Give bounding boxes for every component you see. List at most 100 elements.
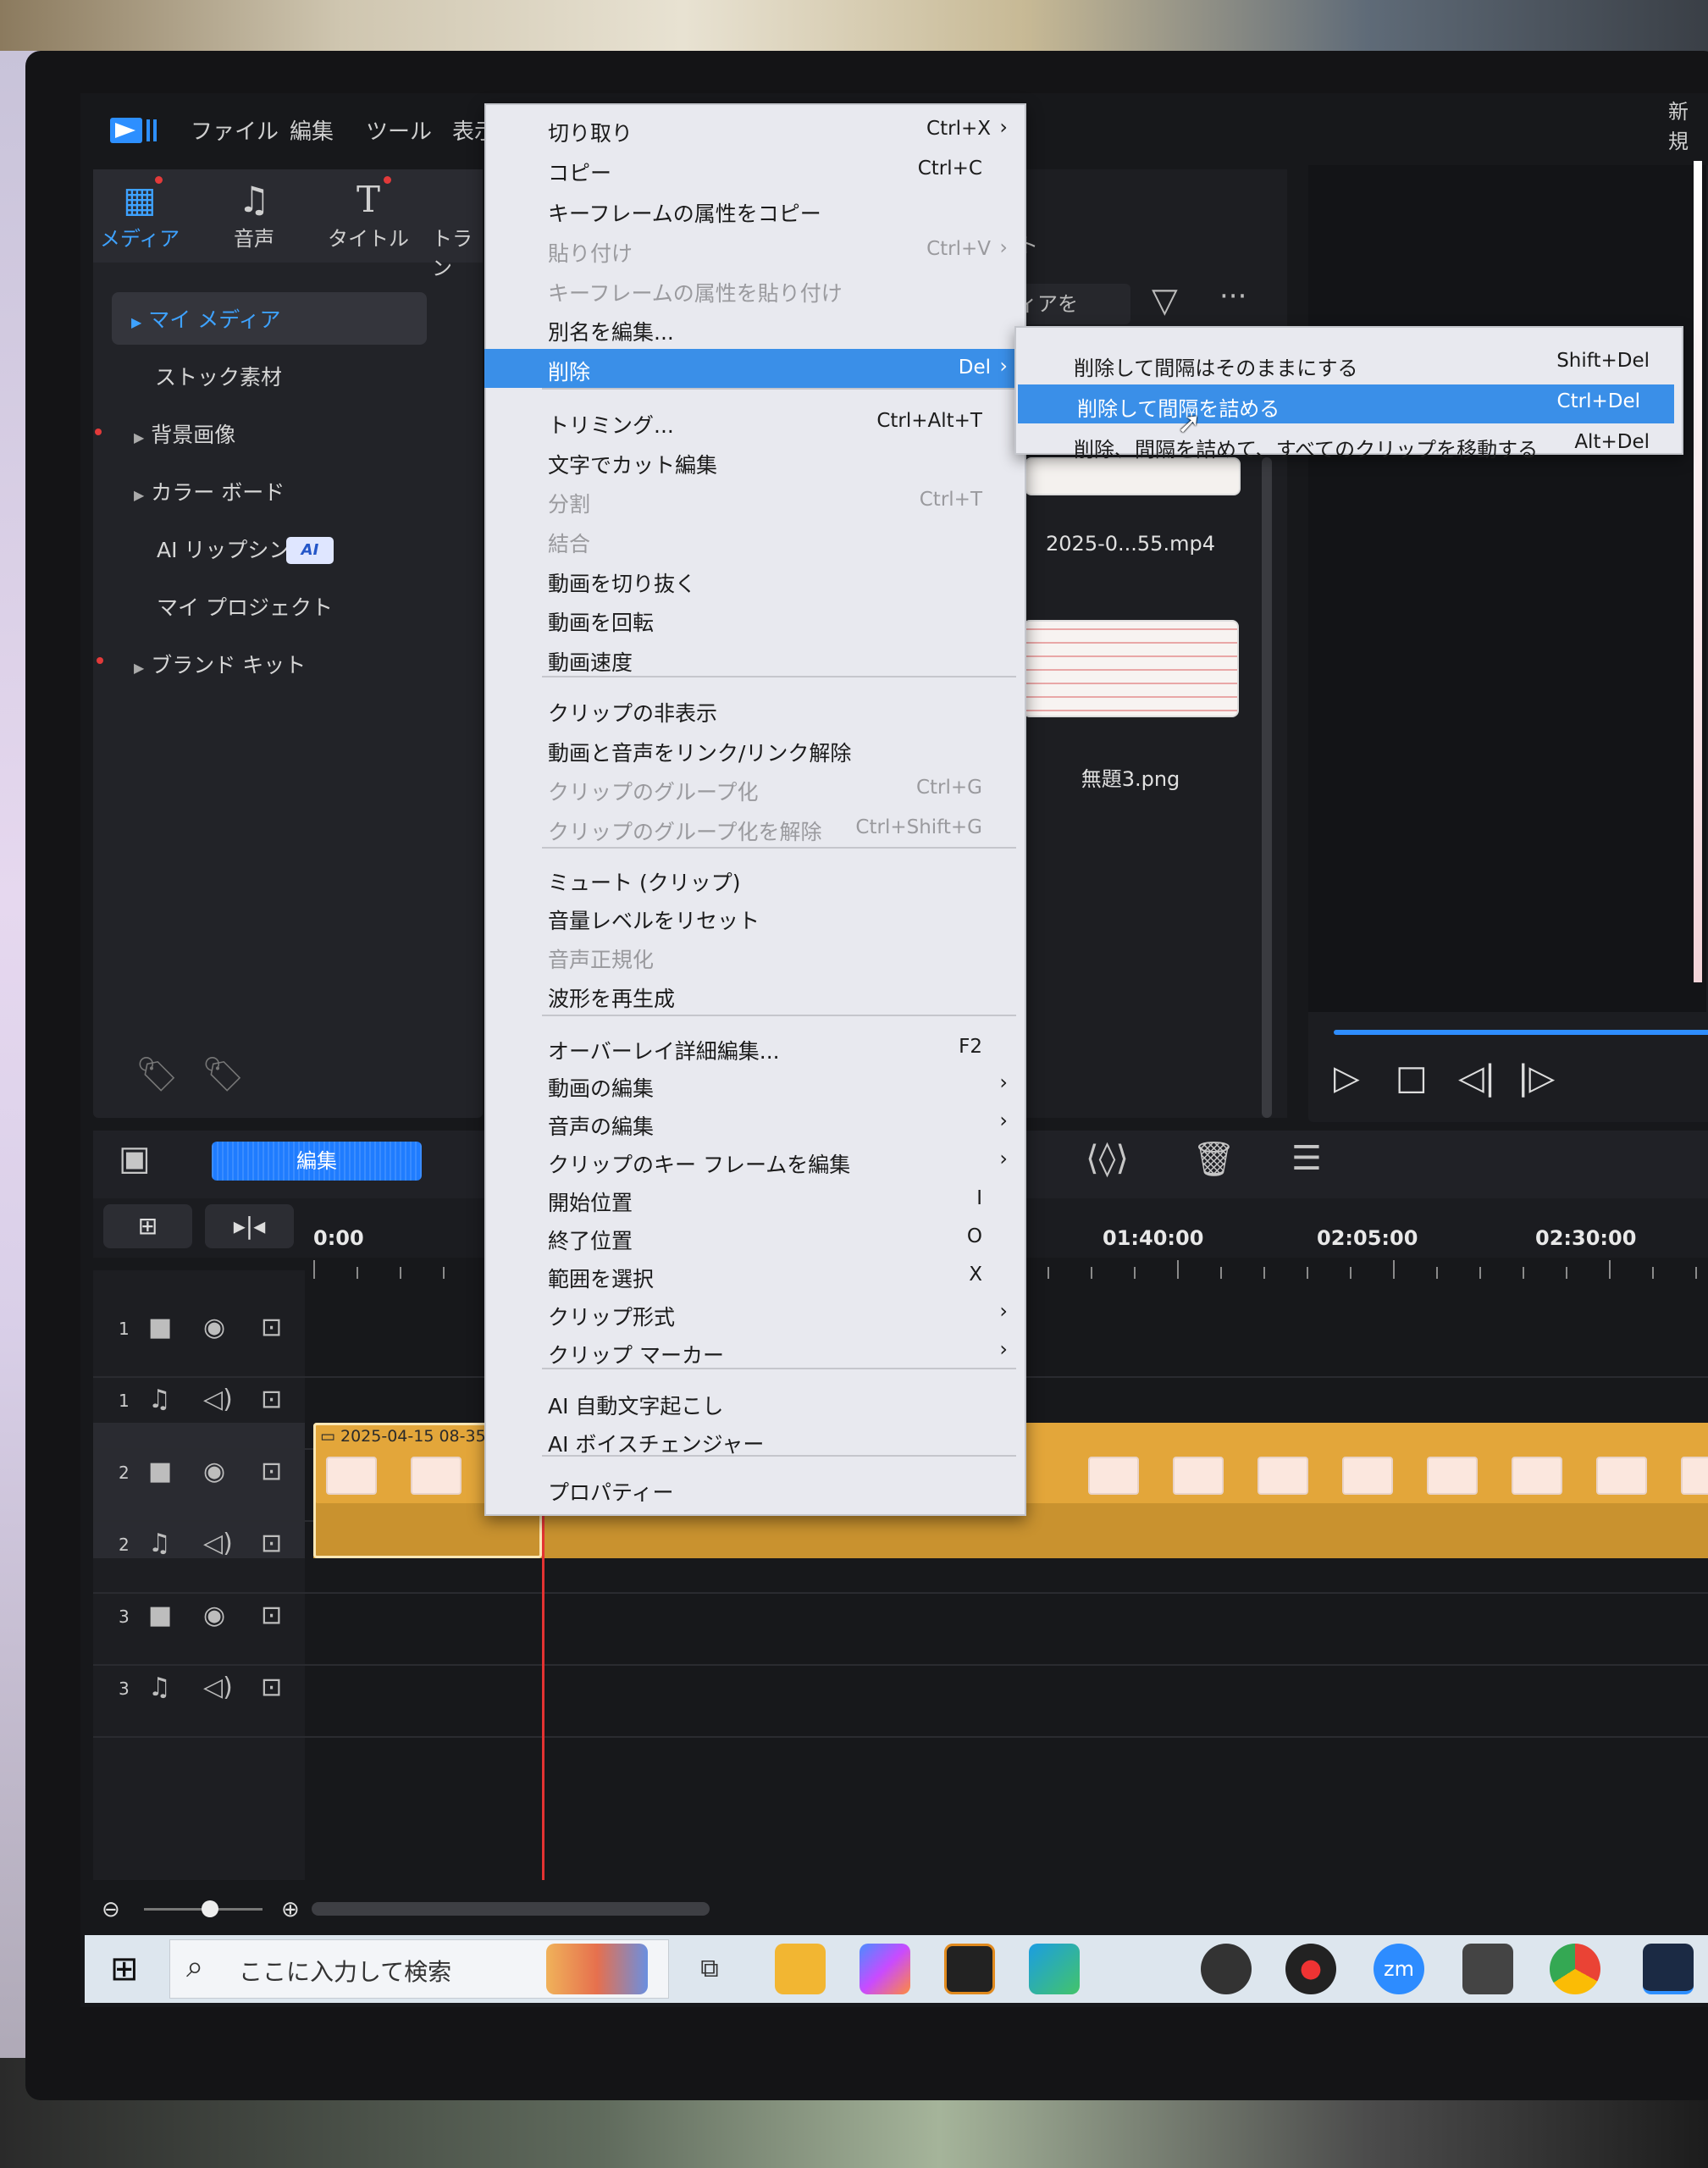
zoom-in-icon[interactable]: ⊕ xyxy=(281,1897,300,1922)
lock-icon[interactable]: ⊡ xyxy=(261,1673,282,1702)
nav-brand-kit[interactable]: ▶ ブランド キット xyxy=(134,649,306,679)
context-menu-item[interactable]: 動画と音声をリンク/リンク解除 xyxy=(484,730,1026,769)
nav-color-board[interactable]: ▶ カラー ボード xyxy=(134,476,285,506)
play-icon[interactable]: ▷ xyxy=(1334,1059,1360,1098)
edit-mode-button[interactable]: 編集 xyxy=(212,1142,422,1181)
record-icon[interactable]: ● xyxy=(1285,1944,1336,1994)
tab-audio[interactable]: ♫ 音声 xyxy=(207,178,301,252)
context-menu-item[interactable]: 動画の編集 › xyxy=(484,1065,1026,1104)
zoom-app-icon[interactable]: zm xyxy=(1374,1944,1424,1994)
more-icon[interactable]: ··· xyxy=(1219,279,1246,313)
menu-tools[interactable]: ツール xyxy=(366,114,432,146)
filter-icon[interactable]: ▽ xyxy=(1152,281,1178,320)
zoom-slider-handle[interactable] xyxy=(202,1900,218,1917)
remove-tag-icon[interactable]: 🏷 xyxy=(202,1054,245,1094)
stop-icon[interactable]: □ xyxy=(1396,1059,1428,1098)
trash-icon[interactable]: 🗑 xyxy=(1192,1139,1235,1179)
context-menu-item[interactable]: 文字でカット編集 xyxy=(484,442,1026,481)
context-menu-item[interactable]: クリップ形式 › xyxy=(484,1294,1026,1333)
chrome-icon[interactable] xyxy=(1550,1944,1600,1994)
lock-icon[interactable]: ⊡ xyxy=(261,1457,282,1486)
context-menu-item[interactable]: 開始位置 I xyxy=(484,1180,1026,1219)
menu-item-label: 分割 xyxy=(548,492,591,517)
playhead[interactable] xyxy=(542,1516,544,1880)
context-menu-item[interactable]: クリップ マーカー › xyxy=(484,1332,1026,1371)
nav-stock[interactable]: ストック素材 xyxy=(155,361,282,391)
delete-submenu-item[interactable]: 削除、間隔を詰めて、すべてのクリップを移動する Alt+Del xyxy=(1014,425,1683,464)
context-menu-item[interactable]: クリップの非表示 xyxy=(484,690,1026,729)
media-scrollbar[interactable] xyxy=(1262,457,1272,1118)
context-menu-item[interactable]: オーバーレイ詳細編集... F2 xyxy=(484,1028,1026,1067)
context-menu-item[interactable]: ミュート (クリップ) xyxy=(484,860,1026,899)
menu-file[interactable]: ファイル xyxy=(191,114,279,146)
tab-transition[interactable]: トラン xyxy=(432,178,484,281)
next-frame-icon[interactable]: |▷ xyxy=(1517,1059,1555,1098)
tab-title[interactable]: T タイトル xyxy=(322,178,415,252)
context-menu-item[interactable]: 削除 Del › xyxy=(484,349,1026,388)
lock-icon[interactable]: ⊡ xyxy=(261,1529,282,1558)
file-explorer-icon[interactable] xyxy=(775,1944,826,1994)
context-menu-item[interactable]: 切り取り Ctrl+X › xyxy=(484,110,1026,149)
copilot-icon[interactable] xyxy=(860,1944,910,1994)
delete-submenu-item[interactable]: 削除して間隔はそのままにする Shift+Del xyxy=(1014,344,1683,383)
context-menu-item[interactable]: 音量レベルをリセット xyxy=(484,898,1026,937)
context-menu-item[interactable]: プロパティー xyxy=(484,1469,1026,1508)
nav-backgrounds[interactable]: ▶ 背景画像 xyxy=(134,418,235,449)
windows-start-icon[interactable]: ⊞ xyxy=(110,1950,139,1988)
context-menu-item[interactable]: 動画を切り抜く xyxy=(484,561,1026,600)
app-window-icon[interactable] xyxy=(1462,1944,1513,1994)
keyframe-icon[interactable]: ⟨◊⟩ xyxy=(1086,1139,1129,1178)
context-menu-item[interactable]: コピー Ctrl+C xyxy=(484,150,1026,189)
lock-icon[interactable]: ⊡ xyxy=(261,1601,282,1630)
speaker-icon[interactable]: ◁) xyxy=(203,1673,233,1702)
menu-view[interactable]: 表示 xyxy=(452,114,484,146)
add-tag-icon[interactable]: 🏷 xyxy=(135,1054,179,1094)
menu-separator xyxy=(542,1015,1016,1016)
storyboard-icon[interactable]: ▣ xyxy=(119,1139,151,1178)
context-menu-item[interactable]: 終了位置 O xyxy=(484,1218,1026,1257)
context-menu-item[interactable]: キーフレームの属性をコピー xyxy=(484,191,1026,230)
nav-my-media[interactable]: ▶ マイ メディア xyxy=(131,303,280,334)
context-menu-item[interactable]: 動画速度 xyxy=(484,639,1026,678)
search-icon: ⌕ xyxy=(186,1950,204,1984)
context-menu-item[interactable]: AI 自動文字起こし xyxy=(484,1383,1026,1422)
lock-icon[interactable]: ⊡ xyxy=(261,1313,282,1342)
list-icon[interactable]: ☰ xyxy=(1291,1139,1322,1178)
context-menu-item[interactable]: 範囲を選択 X xyxy=(484,1256,1026,1295)
preview-progress-bar[interactable] xyxy=(1334,1030,1708,1035)
context-menu-item[interactable]: トリミング... Ctrl+Alt+T xyxy=(484,402,1026,441)
timeline-hscroll[interactable] xyxy=(312,1902,710,1916)
fit-timeline-button[interactable]: ▸|◂ xyxy=(205,1204,294,1248)
speaker-icon[interactable]: ◁) xyxy=(203,1385,233,1414)
menu-item-label: クリップの非表示 xyxy=(548,701,718,726)
triangle-right-icon: ▶ xyxy=(134,660,145,676)
edge-icon[interactable] xyxy=(1029,1944,1080,1994)
eye-icon[interactable]: ◉ xyxy=(203,1601,225,1630)
add-track-button[interactable]: ⊞ xyxy=(103,1204,192,1248)
zoom-out-icon[interactable]: ⊖ xyxy=(102,1897,120,1922)
context-menu-item[interactable]: 音声の編集 › xyxy=(484,1103,1026,1142)
palette-icon[interactable] xyxy=(546,1944,648,1994)
prev-frame-icon[interactable]: ◁| xyxy=(1458,1059,1495,1098)
eye-icon[interactable]: ◉ xyxy=(203,1457,225,1486)
lock-icon[interactable]: ⊡ xyxy=(261,1385,282,1414)
tab-media[interactable]: ▦ メディア xyxy=(93,178,186,252)
media-player-icon[interactable] xyxy=(944,1944,995,1994)
eye-icon[interactable]: ◉ xyxy=(203,1313,225,1342)
menu-new[interactable]: 新規 xyxy=(1668,95,1708,154)
powerdirector-icon[interactable] xyxy=(1643,1944,1694,1994)
context-menu-item[interactable]: 別名を編集... xyxy=(484,309,1026,348)
context-menu-item[interactable]: クリップのキー フレームを編集 › xyxy=(484,1142,1026,1181)
obs-icon[interactable] xyxy=(1201,1944,1252,1994)
nav-my-projects[interactable]: マイ プロジェクト xyxy=(157,591,333,622)
context-menu-item[interactable]: 動画を回転 xyxy=(484,600,1026,639)
task-view-icon[interactable]: ⧉ xyxy=(684,1944,735,1994)
menu-item-label: クリップのグループ化を解除 xyxy=(548,820,822,844)
speaker-icon[interactable]: ◁) xyxy=(203,1529,233,1558)
context-menu-item[interactable]: 波形を再生成 xyxy=(484,976,1026,1015)
media-search-input[interactable]: ィアを xyxy=(1012,284,1130,324)
track-number: 1 xyxy=(119,1319,130,1339)
media-thumbnail-image[interactable] xyxy=(1023,620,1239,717)
menu-edit[interactable]: 編集 xyxy=(290,114,334,146)
delete-submenu-item[interactable]: 削除して間隔を詰める Ctrl+Del xyxy=(1018,384,1674,423)
